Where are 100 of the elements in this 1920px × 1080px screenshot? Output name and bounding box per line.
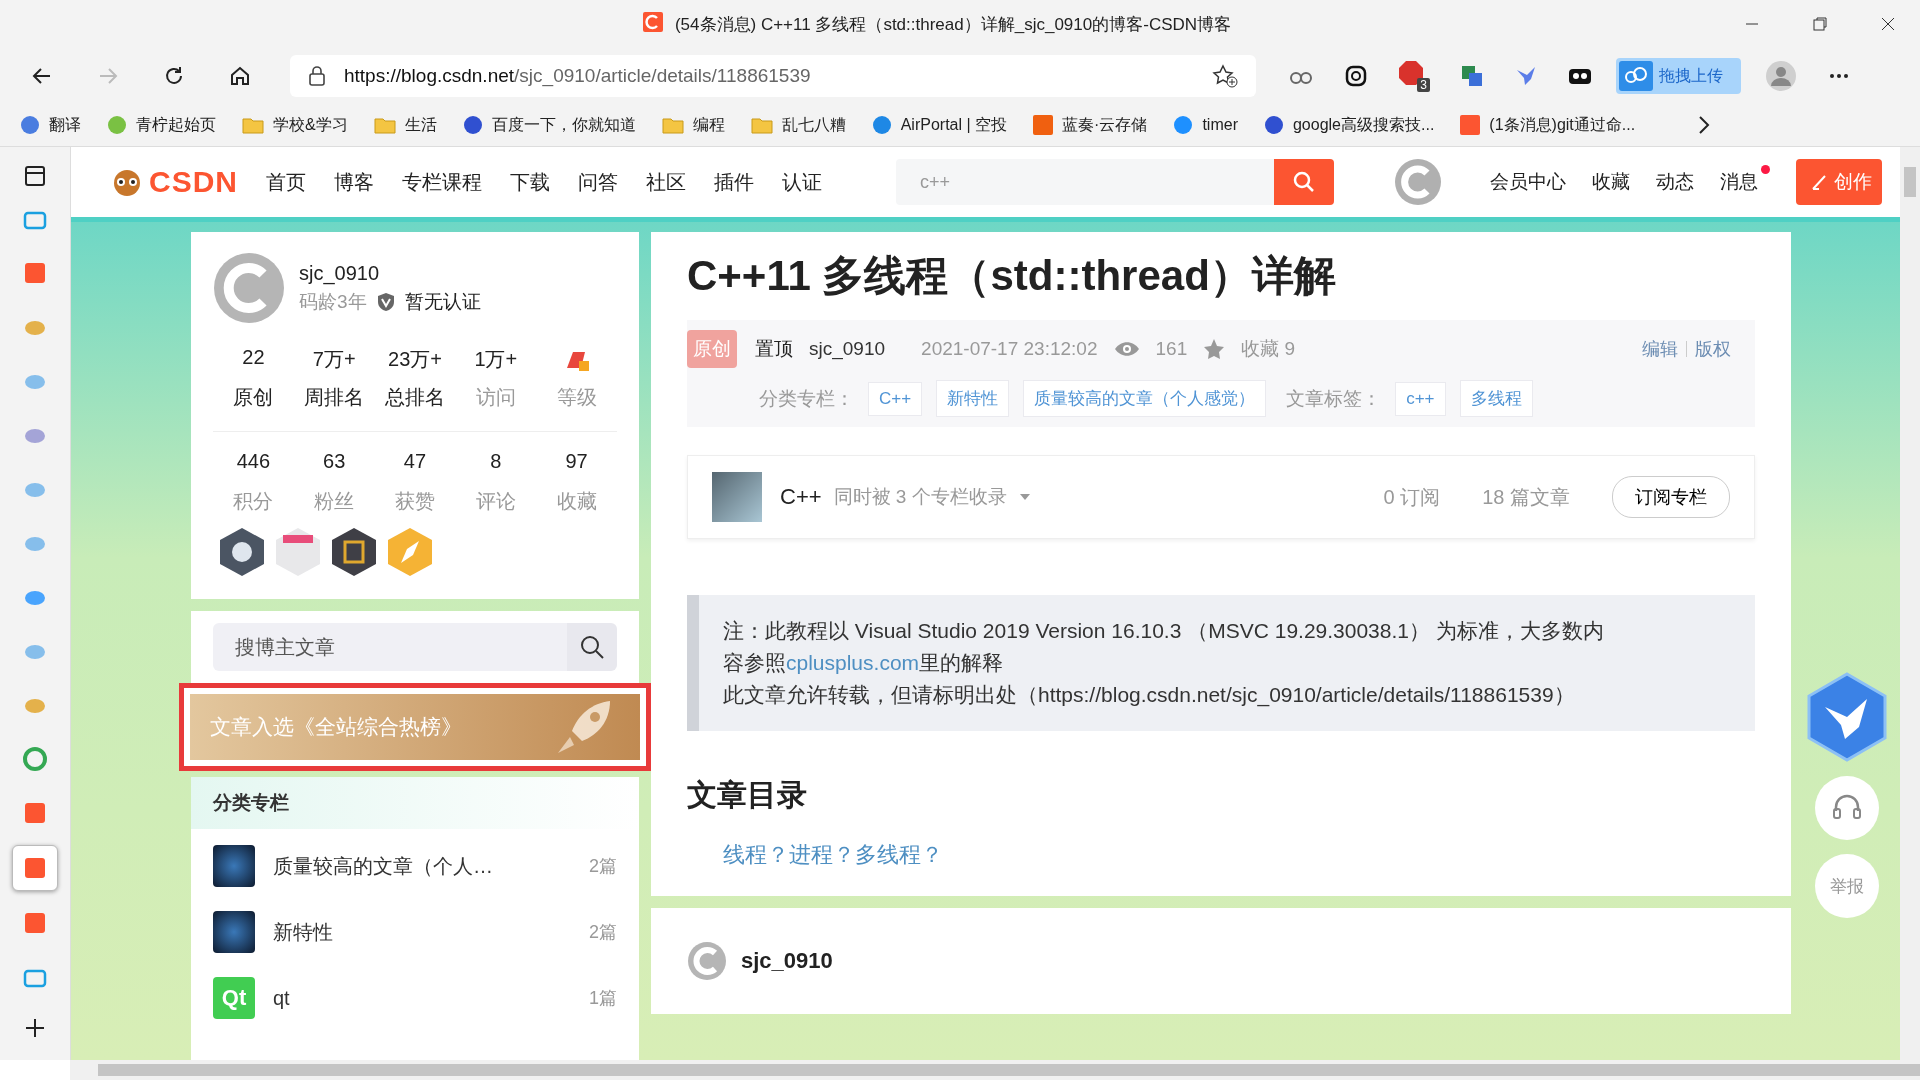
banner-text: 文章入选《全站综合热榜》 bbox=[210, 714, 462, 740]
bookmark-item[interactable]: (1条消息)git通过命... bbox=[1460, 114, 1636, 136]
add-favorite-icon[interactable] bbox=[1212, 64, 1238, 88]
nav-link[interactable]: 社区 bbox=[646, 168, 686, 196]
site-favicon-icon bbox=[462, 115, 483, 135]
site-favicon-icon bbox=[1033, 115, 1054, 135]
bookmark-item[interactable]: 学校&学习 bbox=[242, 114, 348, 136]
site-favicon-icon bbox=[1263, 115, 1284, 135]
caret-icon[interactable] bbox=[1018, 492, 1031, 502]
notification-dot bbox=[1761, 165, 1770, 174]
avatar-icon[interactable] bbox=[687, 941, 727, 981]
nav-link[interactable]: 专栏课程 bbox=[402, 168, 482, 196]
nav-link[interactable]: 首页 bbox=[266, 168, 306, 196]
url-text: https://blog.csdn.net/sjc_0910/article/details/118861539 bbox=[344, 65, 812, 87]
user-name[interactable]: sjc_0910 bbox=[299, 261, 481, 285]
note-text: 此文章允许转载，但请标明出处（https://blog.csdn.net/sjc_0910/article/details/118861539） bbox=[723, 682, 1576, 709]
article-count: 18 篇文章 bbox=[1482, 484, 1570, 510]
publish-date: 2021-07-17 23:12:02 bbox=[921, 338, 1098, 360]
stat-label: 原创 bbox=[233, 385, 274, 410]
author-name[interactable]: sjc_0910 bbox=[741, 948, 833, 974]
nav-link[interactable]: 博客 bbox=[334, 168, 374, 196]
stat-label: 总排名 bbox=[385, 385, 445, 410]
stat-value: 23万+ bbox=[388, 347, 442, 372]
achievement-badge-icon[interactable] bbox=[219, 527, 265, 577]
site-favicon-icon bbox=[1173, 115, 1194, 135]
sidebar-app-icon[interactable] bbox=[12, 845, 58, 891]
stat-value: 22 bbox=[242, 346, 265, 370]
profile-avatar-icon[interactable] bbox=[1765, 60, 1797, 92]
bookmark-item[interactable]: 翻译 bbox=[20, 114, 81, 136]
stat-label: 积分 bbox=[233, 489, 274, 514]
nav-link[interactable]: 问答 bbox=[578, 168, 618, 196]
site-favicon-icon bbox=[871, 115, 892, 135]
stat-label: 访问 bbox=[475, 385, 516, 410]
add-icon[interactable] bbox=[24, 1017, 46, 1039]
header-link[interactable]: 会员中心 bbox=[1490, 169, 1566, 195]
category-item[interactable]: 质量较高的文章（个人… 2篇 bbox=[213, 833, 617, 899]
bird-extension-icon[interactable] bbox=[1807, 672, 1887, 762]
restore-icon[interactable] bbox=[1812, 16, 1828, 32]
stat-label: 粉丝 bbox=[314, 489, 355, 514]
category-item[interactable]: Qt qt 1篇 bbox=[213, 965, 617, 1031]
avatar-icon[interactable] bbox=[1394, 158, 1442, 206]
address-bar[interactable]: https://blog.csdn.net/sjc_0910/article/details/118861539 bbox=[290, 55, 1256, 97]
bookmark-item[interactable]: 百度一下，你就知道 bbox=[462, 114, 636, 136]
upload-button[interactable]: 拖拽上传 bbox=[1616, 58, 1741, 94]
cloud-icon bbox=[1619, 61, 1653, 91]
folder-icon bbox=[661, 116, 684, 134]
view-count: 161 bbox=[1155, 338, 1188, 360]
search-icon bbox=[1292, 170, 1316, 194]
author-link[interactable]: sjc_0910 bbox=[809, 338, 886, 360]
tab-actions-icon[interactable] bbox=[24, 165, 46, 187]
close-icon[interactable] bbox=[1880, 16, 1896, 32]
nav-link[interactable]: 插件 bbox=[714, 168, 754, 196]
bookmark-item[interactable]: 乱七八糟 bbox=[750, 114, 846, 136]
home-icon[interactable] bbox=[228, 64, 252, 88]
scrollbar[interactable] bbox=[70, 1060, 1920, 1080]
folder-icon bbox=[373, 116, 396, 134]
photo-placeholder bbox=[712, 472, 762, 522]
stat-value: 8 bbox=[490, 450, 502, 474]
stat-label: 获赞 bbox=[395, 489, 435, 514]
stat-value: 7万+ bbox=[312, 347, 356, 372]
search-field[interactable]: c++ bbox=[896, 159, 1274, 205]
star-icon[interactable] bbox=[1203, 338, 1226, 360]
bookmark-item[interactable]: timer bbox=[1173, 115, 1238, 135]
window-title: (54条消息) C++11 多线程（std::thread）详解_sjc_0910的博客-CSDN博客 bbox=[674, 13, 1232, 36]
site-favicon-icon bbox=[20, 115, 40, 135]
scrollbar[interactable] bbox=[1900, 147, 1920, 1060]
eye-icon bbox=[1113, 340, 1140, 358]
translate-icon[interactable] bbox=[1460, 64, 1484, 88]
bookmark-item[interactable]: AirPortal | 空投 bbox=[871, 114, 1008, 136]
pinned-label: 置顶 bbox=[755, 337, 793, 361]
avatar-icon[interactable] bbox=[213, 252, 285, 324]
certification-status: 暂无认证 bbox=[404, 289, 481, 314]
nav-link[interactable]: 认证 bbox=[782, 168, 822, 196]
original-badge: 原创 bbox=[687, 330, 737, 368]
bookmark-item[interactable]: 蓝奏·云存储 bbox=[1033, 114, 1148, 136]
category-label: 分类专栏： bbox=[759, 386, 854, 411]
search-button[interactable] bbox=[567, 623, 617, 671]
note-text: 注：此教程以 Visual Studio 2019 Version 16.10.3 （MSVC 19.29.30038.1） 为标准，大多数内 bbox=[723, 618, 1605, 644]
article-title: C++11 多线程（std::thread）详解 bbox=[687, 251, 1337, 301]
header-link[interactable]: 消息 bbox=[1720, 165, 1770, 195]
category-item[interactable]: 新特性 2篇 bbox=[213, 899, 617, 965]
tags-label: 文章标签： bbox=[1286, 386, 1382, 411]
stat-value: 1万+ bbox=[474, 347, 518, 372]
pencil-icon bbox=[1810, 173, 1828, 191]
bookmark-item[interactable]: 生活 bbox=[373, 114, 437, 136]
column-name[interactable]: C++ bbox=[780, 484, 822, 510]
achievement-badge-icon[interactable] bbox=[331, 527, 377, 577]
header-link[interactable]: 收藏 bbox=[1592, 169, 1630, 195]
stat-value: 97 bbox=[565, 450, 588, 474]
subscribe-button[interactable]: 订阅专栏 bbox=[1612, 476, 1730, 518]
extension-icon[interactable] bbox=[1344, 64, 1368, 88]
blog-search-field[interactable]: 搜博主文章 bbox=[213, 623, 567, 671]
bookmark-item[interactable]: 编程 bbox=[661, 114, 725, 136]
bookmark-item[interactable]: 青柠起始页 bbox=[107, 114, 216, 136]
site-favicon-icon bbox=[1460, 115, 1481, 135]
bookmark-item[interactable]: google高级搜索技... bbox=[1263, 114, 1435, 136]
subscriber-count: 0 订阅 bbox=[1383, 484, 1441, 510]
nav-link[interactable]: 下载 bbox=[510, 168, 550, 196]
header-link[interactable]: 动态 bbox=[1656, 169, 1694, 195]
chevron-right-icon[interactable] bbox=[1697, 115, 1712, 135]
